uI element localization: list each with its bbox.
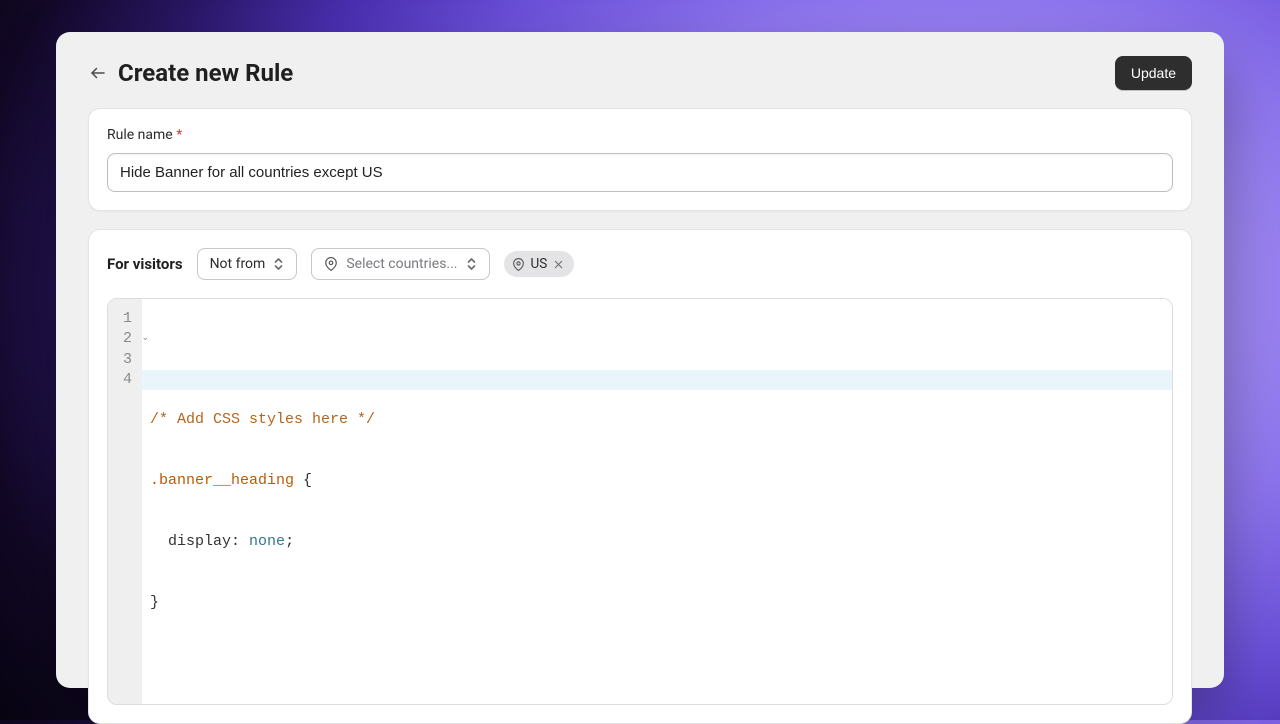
header-bar: Create new Rule Update [88,52,1192,108]
map-pin-icon [324,256,338,272]
remove-tag-icon[interactable] [553,259,564,270]
for-visitors-label: For visitors [107,255,183,273]
country-placeholder: Select countries... [346,256,457,272]
rule-name-card: Rule name * [88,108,1192,211]
condition-value: Not from [210,256,266,272]
editor-code-area[interactable]: /* Add CSS styles here */ .banner__headi… [142,299,1172,704]
page-title: Create new Rule [118,59,293,87]
rule-name-label: Rule name * [107,127,1173,143]
editor-gutter: 1 2 3 4 ⌄ [108,299,142,704]
country-select[interactable]: Select countries... [311,248,489,280]
country-tag-us: US [504,251,575,277]
required-mark: * [176,127,182,143]
map-pin-icon [512,257,525,272]
back-arrow-icon[interactable] [88,63,108,83]
chevron-updown-icon [466,257,477,271]
visitors-card: For visitors Not from Select countries..… [88,229,1192,724]
condition-select[interactable]: Not from [197,248,298,280]
update-button[interactable]: Update [1115,56,1192,90]
rule-name-input[interactable] [107,153,1173,192]
css-editor[interactable]: 1 2 3 4 ⌄ /* Add CSS styles here */ .ban… [107,298,1173,705]
country-tag-label: US [531,256,548,272]
chevron-updown-icon [273,257,284,271]
modal-panel: Create new Rule Update Rule name * For v… [56,32,1224,688]
